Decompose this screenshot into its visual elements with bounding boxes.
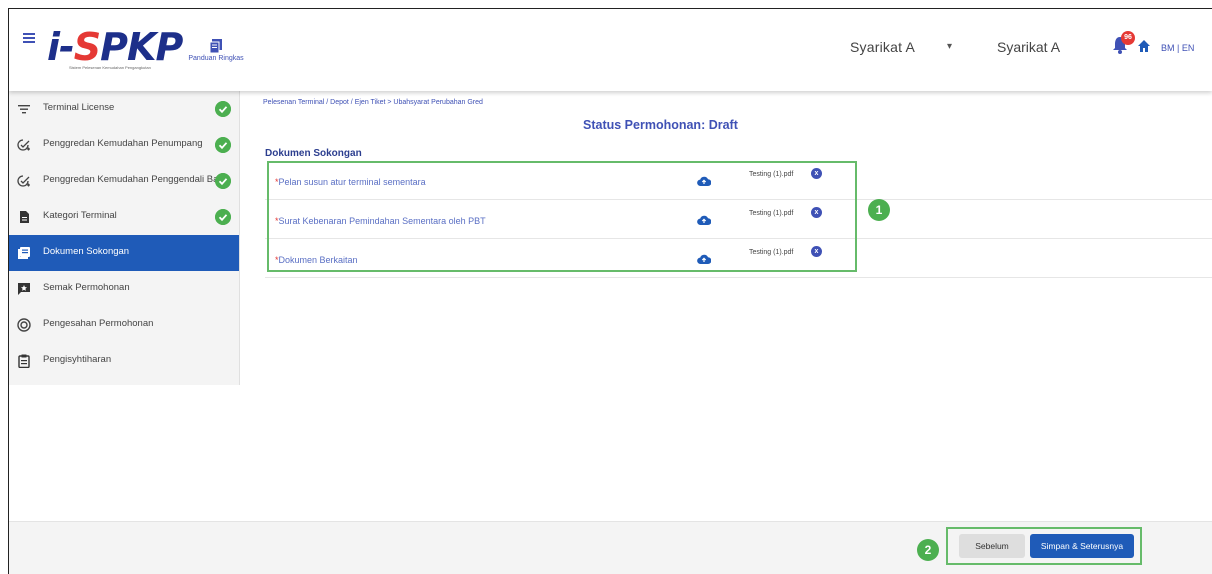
chevron-down-icon: ▾ [947, 41, 953, 52]
clipboard-icon [18, 354, 30, 368]
sidebar-item-semak-permohonan[interactable]: Semak Permohonan [9, 271, 239, 307]
file-link[interactable]: Testing (1).pdf [749, 210, 793, 217]
verified-icon [17, 318, 31, 332]
document-row: *Surat Kebenaran Pemindahan Sementara ol… [265, 200, 1212, 239]
lang-bm[interactable]: BM [1161, 43, 1175, 53]
logo-text: i-SPKP [47, 25, 183, 69]
quick-guide-label: Panduan Ringkas [188, 55, 244, 62]
previous-button[interactable]: Sebelum [959, 534, 1025, 558]
sidebar-item-label: Penggredan Kemudahan Penumpang [43, 138, 203, 149]
breadcrumb[interactable]: Pelesenan Terminal / Depot / Ejen Tiket … [263, 99, 483, 106]
company-select-value: Syarikat A [997, 39, 1061, 55]
app-frame: i-SPKP Sistem Pelesenan Kemudahan Pengan… [8, 8, 1212, 574]
sidebar-item-label: Kategori Terminal [43, 210, 117, 221]
callout-badge: 1 [868, 199, 890, 221]
document-label: *Dokumen Berkaitan [275, 255, 358, 265]
cloud-upload-icon[interactable] [697, 175, 711, 187]
remove-file-icon[interactable]: x [811, 246, 822, 257]
check-circle-icon [215, 101, 231, 117]
document-label-text: Pelan susun atur terminal sementara [278, 177, 426, 187]
top-header: i-SPKP Sistem Pelesenan Kemudahan Pengan… [9, 9, 1212, 91]
sidebar-item-pengisyhtiharan[interactable]: Pengisyhtiharan [9, 343, 239, 379]
sidebar: Terminal License Penggredan Kemudahan Pe… [9, 91, 240, 385]
sidebar-item-label: Dokumen Sokongan [43, 246, 130, 257]
callout-badge: 2 [917, 539, 939, 561]
section-heading: Dokumen Sokongan [265, 148, 362, 159]
notifications-button[interactable]: 96 [1111, 31, 1135, 57]
page-title: Status Permohonan: Draft [583, 118, 738, 132]
quick-guide-link[interactable]: Panduan Ringkas [186, 39, 246, 62]
grade-check-icon [17, 175, 30, 187]
sidebar-item-label: Pengesahan Permohonan [43, 318, 154, 329]
app-logo: i-SPKP Sistem Pelesenan Kemudahan Pengan… [47, 21, 197, 71]
cloud-upload-icon[interactable] [697, 253, 711, 265]
language-switcher: BM | EN [1161, 43, 1194, 53]
file-link[interactable]: Testing (1).pdf [749, 171, 793, 178]
lang-separator: | [1177, 43, 1180, 53]
sidebar-item-terminal-license[interactable]: Terminal License [9, 91, 239, 127]
document-label-text: Surat Kebenaran Pemindahan Sementara ole… [278, 216, 486, 226]
review-icon [18, 283, 30, 295]
document-icon [20, 211, 29, 223]
sidebar-item-penggredan-penumpang[interactable]: Penggredan Kemudahan Penumpang [9, 127, 239, 163]
sidebar-item-label: Terminal License [43, 102, 115, 113]
logo-subtitle: Sistem Pelesenan Kemudahan Pengangkutan [69, 65, 151, 70]
document-label: *Surat Kebenaran Pemindahan Sementara ol… [275, 216, 486, 226]
check-circle-icon [215, 209, 231, 225]
remove-file-icon[interactable]: x [811, 207, 822, 218]
file-link[interactable]: Testing (1).pdf [749, 249, 793, 256]
check-circle-icon [215, 173, 231, 189]
save-next-button[interactable]: Simpan & Seterusnya [1030, 534, 1134, 558]
filter-list-icon [18, 105, 30, 114]
sidebar-item-label: Semak Permohonan [43, 282, 130, 293]
document-label: *Pelan susun atur terminal sementara [275, 177, 426, 187]
menu-icon[interactable] [23, 33, 35, 43]
sidebar-item-pengesahan-permohonan[interactable]: Pengesahan Permohonan [9, 307, 239, 343]
sidebar-item-dokumen-sokongan[interactable]: Dokumen Sokongan [9, 235, 239, 271]
lang-en[interactable]: EN [1182, 43, 1195, 53]
sidebar-item-label: Penggredan Kemudahan Penggendali Bas [43, 174, 224, 185]
company-select[interactable]: ▾ Syarikat A [941, 35, 1065, 59]
library-books-icon [18, 247, 30, 259]
document-label-text: Dokumen Berkaitan [278, 255, 358, 265]
sidebar-item-kategori-terminal[interactable]: Kategori Terminal [9, 199, 239, 235]
grade-check-icon [17, 139, 30, 151]
book-icon [210, 39, 222, 53]
company-name: Syarikat A [850, 39, 916, 55]
document-row: *Pelan susun atur terminal sementara Tes… [265, 161, 1212, 200]
remove-file-icon[interactable]: x [811, 168, 822, 179]
cloud-upload-icon[interactable] [697, 214, 711, 226]
check-circle-icon [215, 137, 231, 153]
document-list: *Pelan susun atur terminal sementara Tes… [265, 161, 1212, 278]
document-row: *Dokumen Berkaitan Testing (1).pdf x [265, 239, 1212, 278]
notification-badge: 96 [1121, 31, 1135, 45]
sidebar-item-penggredan-bas[interactable]: Penggredan Kemudahan Penggendali Bas [9, 163, 239, 199]
sidebar-item-label: Pengisyhtiharan [43, 354, 112, 365]
home-icon[interactable] [1137, 39, 1151, 53]
